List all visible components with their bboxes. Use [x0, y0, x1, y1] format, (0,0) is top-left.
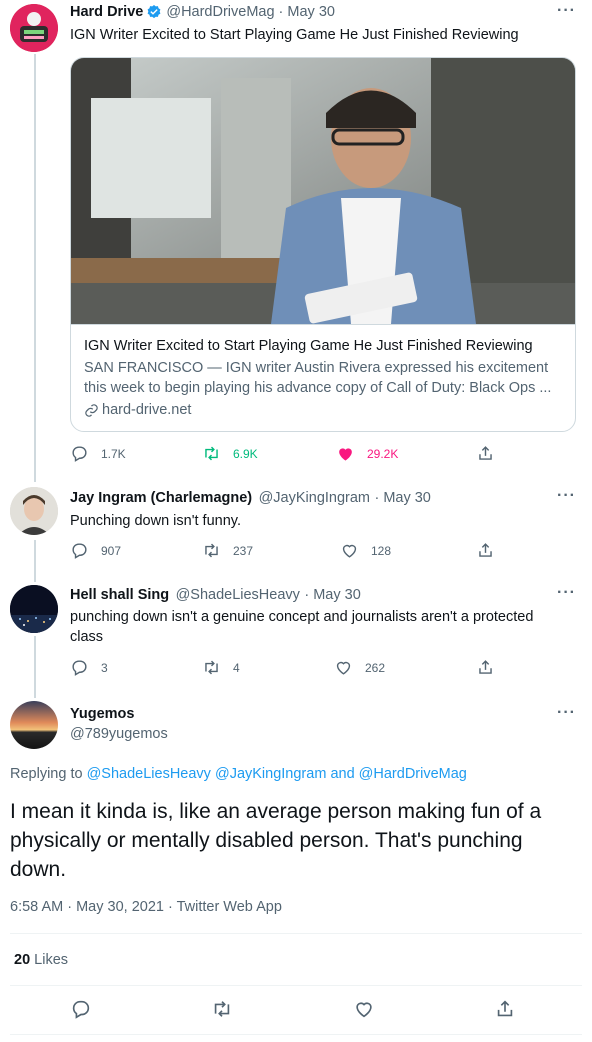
more-options-button[interactable]: ··· [557, 2, 576, 20]
avatar-hellshallsing[interactable] [10, 585, 58, 633]
heart-icon [336, 661, 351, 675]
tweet-date[interactable]: · May 30 [279, 4, 335, 20]
author-handle[interactable]: @JayKingIngram [259, 490, 370, 506]
retweet-count: 237 [233, 543, 254, 558]
share-icon [479, 660, 492, 674]
divider [10, 985, 582, 986]
likes-label: Likes [34, 952, 69, 968]
tweet-date[interactable]: · May 30 [374, 490, 430, 506]
focused-action-bar [0, 998, 592, 1024]
replying-to: Replying to @ShadeLiesHeavy @JayKingIngr… [10, 766, 467, 782]
share-button[interactable] [494, 998, 516, 1025]
heart-icon [356, 1002, 372, 1018]
thread-line [34, 540, 36, 582]
retweet-icon [205, 543, 218, 558]
more-options-button[interactable]: ··· [557, 584, 576, 602]
share-icon [479, 543, 492, 557]
author-handle[interactable]: @HardDriveMag [166, 4, 274, 20]
reply-icon [72, 543, 87, 559]
likes-count: 20 [14, 952, 31, 968]
retweet-icon [205, 660, 218, 675]
retweet-button[interactable] [211, 998, 233, 1025]
reply-button[interactable]: 3 [70, 658, 108, 677]
card-title: IGN Writer Excited to Start Playing Game… [84, 338, 533, 354]
share-icon [497, 1000, 513, 1017]
retweet-button[interactable]: 237 [202, 541, 253, 560]
link-card[interactable]: IGN Writer Excited to Start Playing Game… [70, 57, 576, 432]
replying-to-label: Replying to [10, 766, 83, 782]
avatar-jayingram[interactable] [10, 487, 58, 535]
avatar-yugemos[interactable] [10, 701, 58, 749]
retweet-icon [214, 1001, 230, 1017]
tweet-text: punching down isn't a genuine concept an… [70, 609, 534, 645]
retweet-count: 4 [233, 660, 240, 675]
retweet-icon [205, 446, 218, 461]
author-name[interactable]: Hell shall Sing [70, 587, 169, 603]
heart-icon [342, 544, 357, 558]
tweet-date[interactable]: · May 30 [304, 587, 360, 603]
heart-filled-icon [339, 448, 352, 461]
author-handle[interactable]: @ShadeLiesHeavy [176, 587, 300, 603]
like-count: 262 [365, 660, 386, 675]
reply-button[interactable]: 1.7K [70, 444, 126, 463]
like-button[interactable]: 128 [340, 541, 391, 560]
mention-link[interactable]: @JayKingIngram [215, 766, 326, 782]
share-button[interactable] [476, 541, 507, 560]
reply-icon [72, 660, 87, 676]
author-name[interactable]: Hard Drive [70, 4, 143, 20]
more-options-button[interactable]: ··· [557, 704, 576, 722]
tweet-text: IGN Writer Excited to Start Playing Game… [70, 27, 519, 43]
avatar-harddrive[interactable] [10, 4, 58, 52]
card-domain[interactable]: hard-drive.net [102, 402, 191, 418]
reply-count: 907 [101, 543, 122, 558]
more-options-button[interactable]: ··· [557, 487, 576, 505]
like-button[interactable]: 29.2K [336, 444, 398, 463]
mention-link[interactable]: @HardDriveMag [359, 766, 467, 782]
thread-line [34, 636, 36, 698]
share-button[interactable] [476, 444, 507, 463]
reply-count: 1.7K [101, 446, 126, 461]
mention-link[interactable]: @ShadeLiesHeavy [87, 766, 211, 782]
tweet-text: Punching down isn't funny. [70, 513, 241, 529]
like-count: 128 [371, 543, 392, 558]
divider [10, 933, 582, 934]
thread-line [34, 54, 36, 482]
mention-and: and [330, 766, 355, 782]
author-handle[interactable]: @789yugemos [70, 726, 168, 742]
like-button[interactable]: 262 [334, 658, 385, 677]
retweet-button[interactable]: 4 [202, 658, 240, 677]
like-count: 29.2K [367, 446, 399, 461]
card-image [71, 58, 575, 324]
divider [10, 1034, 582, 1035]
reply-icon [72, 1000, 90, 1019]
retweet-button[interactable]: 6.9K [202, 444, 258, 463]
verified-badge-icon [146, 4, 162, 20]
reply-button[interactable] [70, 998, 92, 1025]
author-name[interactable]: Yugemos [70, 706, 134, 722]
retweet-count: 6.9K [233, 446, 258, 461]
reply-count: 3 [101, 660, 108, 675]
likes-summary[interactable]: 20 Likes [14, 952, 68, 968]
like-button[interactable] [353, 998, 375, 1025]
reply-button[interactable]: 907 [70, 541, 121, 560]
focused-tweet-text: I mean it kinda is, like an average pers… [10, 800, 542, 881]
link-icon [84, 403, 99, 418]
share-button[interactable] [476, 658, 507, 677]
card-description: SAN FRANCISCO — IGN writer Austin Rivera… [84, 360, 552, 396]
share-icon [479, 446, 492, 460]
author-name[interactable]: Jay Ingram (Charlemagne) [70, 490, 252, 506]
tweet-timestamp[interactable]: 6:58 AM · May 30, 2021 · Twitter Web App [10, 899, 282, 915]
reply-icon [72, 446, 87, 462]
